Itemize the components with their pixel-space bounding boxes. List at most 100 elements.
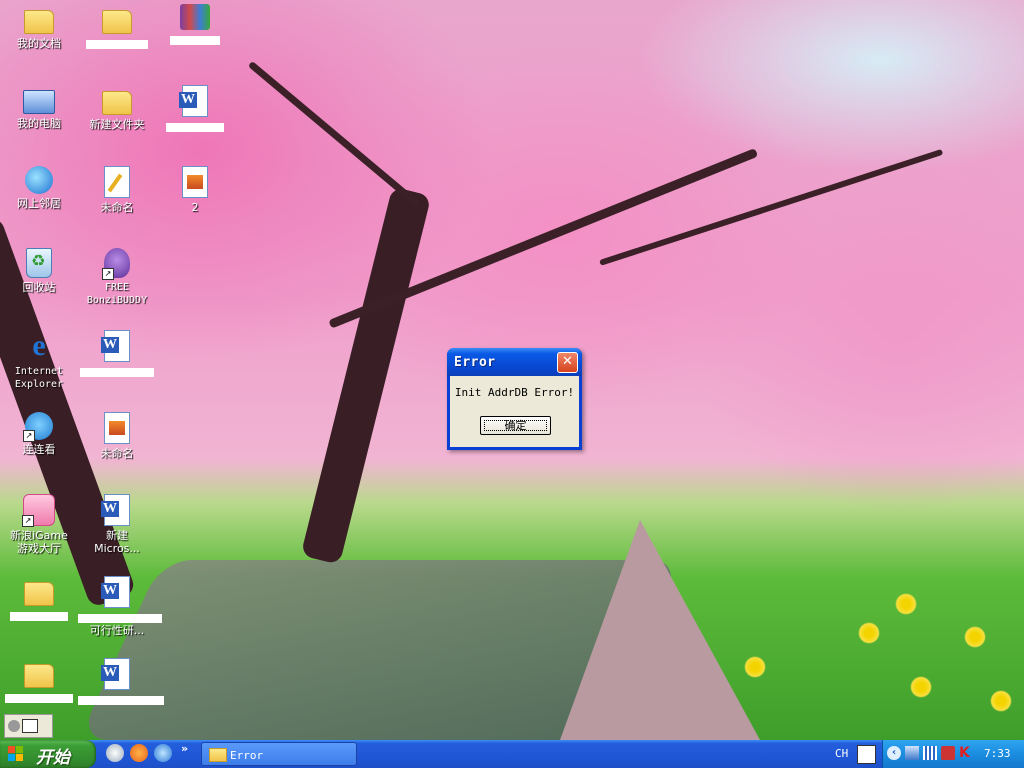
shortcut-arrow-icon: ↗ [22,515,34,527]
icon-label: 可行性研... [89,624,145,637]
word-document-icon [101,658,130,690]
icon-label-redacted [78,365,156,378]
icon-label: 新建文件夹 [89,118,145,131]
desktop-icon-image-2[interactable]: 2 [156,166,234,214]
document-icon[interactable] [22,719,38,733]
taskbar-item-label: Error [230,749,264,762]
shortcut-arrow-icon: ↗ [102,268,114,280]
shortcut-arrow-icon: ↗ [23,430,35,442]
bonzibuddy-icon: ↗ [102,248,130,280]
icon-label: 网上邻居 [17,197,61,210]
firefox-icon[interactable] [130,744,148,762]
show-hidden-icons-button[interactable]: ‹ [887,746,901,760]
wallpaper-branch [599,148,944,266]
start-label: 开始 [36,748,70,768]
taskbar-item-error[interactable]: Error [201,742,357,766]
igame-icon: ↗ [22,494,55,527]
wallpaper-branch [247,60,421,208]
desktop-icon-internet-explorer[interactable]: e Internet Explorer [0,330,78,391]
close-button[interactable]: ✕ [557,352,578,373]
desktop-icon-folder-redacted[interactable] [0,576,78,622]
icon-label: FREE BonziBUDDY [86,282,148,306]
desktop-icon-untitled-image[interactable]: 未命名 [78,412,156,460]
icon-label-redacted [0,691,78,704]
antivirus-icon[interactable] [941,746,955,760]
network-globe-icon [25,166,53,194]
desktop-icon-winrar-archive[interactable] [156,4,234,46]
desktop-icon-doc-redacted-3[interactable] [156,85,234,133]
desktop-icon-igame-lobby[interactable]: ↗ 新浪iGame游戏大厅 [0,494,78,555]
icon-label: 我的文档 [17,37,61,50]
icon-label: 2 [191,201,199,214]
desktop-icon-doc-redacted-2[interactable] [78,658,164,706]
icon-label-redacted [78,693,164,706]
image-file-icon [104,412,130,444]
desktop-icon-new-folder[interactable]: 新建文件夹 [78,85,156,131]
system-tray: ‹ K 7:33 [882,740,1024,768]
wallpaper-flower [895,593,917,615]
clock[interactable]: 7:33 [984,747,1011,760]
icon-label: 新浪iGame游戏大厅 [10,529,68,555]
icon-label: Internet Explorer [14,366,64,390]
game-bird-icon: ↗ [23,412,53,442]
icon-label: 回收站 [22,281,56,294]
folder-icon [24,10,54,34]
desktop-icon-recycle-bin[interactable]: 回收站 [0,248,78,294]
wallpaper-flower [964,626,986,648]
wallpaper-flower [990,690,1012,712]
recycle-bin-icon [26,248,52,278]
wallpaper-flower [744,656,766,678]
icon-label-redacted [156,33,234,46]
desktop-icon-folder-top[interactable] [78,4,156,50]
desktop-icon-lianliankan[interactable]: ↗ 连连看 [0,412,78,456]
eye-icon[interactable] [106,744,124,762]
desktop-icon-feasibility-doc[interactable]: 可行性研... [78,576,162,637]
icon-label: 新建 Micros... [94,529,140,555]
quick-launch [106,744,172,762]
icon-label-redacted [78,37,156,50]
folder-icon [209,748,227,762]
word-document-icon [179,85,208,117]
folder-icon [102,10,132,34]
desktop-icon-doc-redacted[interactable] [78,330,156,378]
language-indicator[interactable]: CH [835,747,848,760]
wallpaper-path [560,520,760,740]
keyboard-icon[interactable] [923,746,937,760]
desktop-icon-new-word-doc[interactable]: 新建 Micros... [78,494,156,555]
desktop-icon-my-computer[interactable]: 我的电脑 [0,85,78,130]
dialog-title-bar[interactable]: Error ✕ [447,348,582,376]
dialog-body: Init AddrDB Error! 确定 [450,376,579,447]
folder-icon [24,664,54,688]
ok-button[interactable]: 确定 [480,416,551,435]
desktop-icon-bonzibuddy[interactable]: ↗ FREE BonziBUDDY [78,248,156,307]
icon-label-redacted [0,609,78,622]
icon-label-redacted [156,120,234,133]
icon-label: 我的电脑 [17,117,61,130]
icon-label: 未命名 [100,447,134,460]
quick-launch-more-button[interactable]: » [181,742,188,755]
word-document-icon [101,494,130,526]
error-dialog: Error ✕ Init AddrDB Error! 确定 [447,348,582,450]
kaspersky-icon[interactable]: K [959,746,973,760]
desktop-icon-network-places[interactable]: 网上邻居 [0,166,78,210]
folder-icon [24,582,54,606]
input-method-icon[interactable] [857,745,876,764]
wallpaper-trunk [300,186,432,565]
internet-explorer-icon[interactable] [154,744,172,762]
desktop-icon-folder-redacted-2[interactable] [0,658,78,704]
close-icon[interactable] [8,720,20,732]
windows-flag-icon [8,746,24,762]
desktop-icon-untitled-paint[interactable]: 未命名 [78,166,156,214]
word-document-icon [101,330,130,362]
desktop[interactable]: 我的文档 我的电脑 网上邻居 回收站 e Internet Explorer ↗… [0,0,1024,740]
dialog-message: Init AddrDB Error! [454,386,575,399]
network-icon[interactable] [905,746,919,760]
folder-icon [102,91,132,115]
start-button[interactable]: 开始 [0,740,96,768]
desktop-toolbar[interactable] [4,714,53,738]
internet-explorer-icon: e [32,329,46,362]
icon-label-redacted [78,611,162,624]
paint-file-icon [104,166,130,198]
desktop-icon-my-documents[interactable]: 我的文档 [0,4,78,50]
wallpaper-flower [858,622,880,644]
